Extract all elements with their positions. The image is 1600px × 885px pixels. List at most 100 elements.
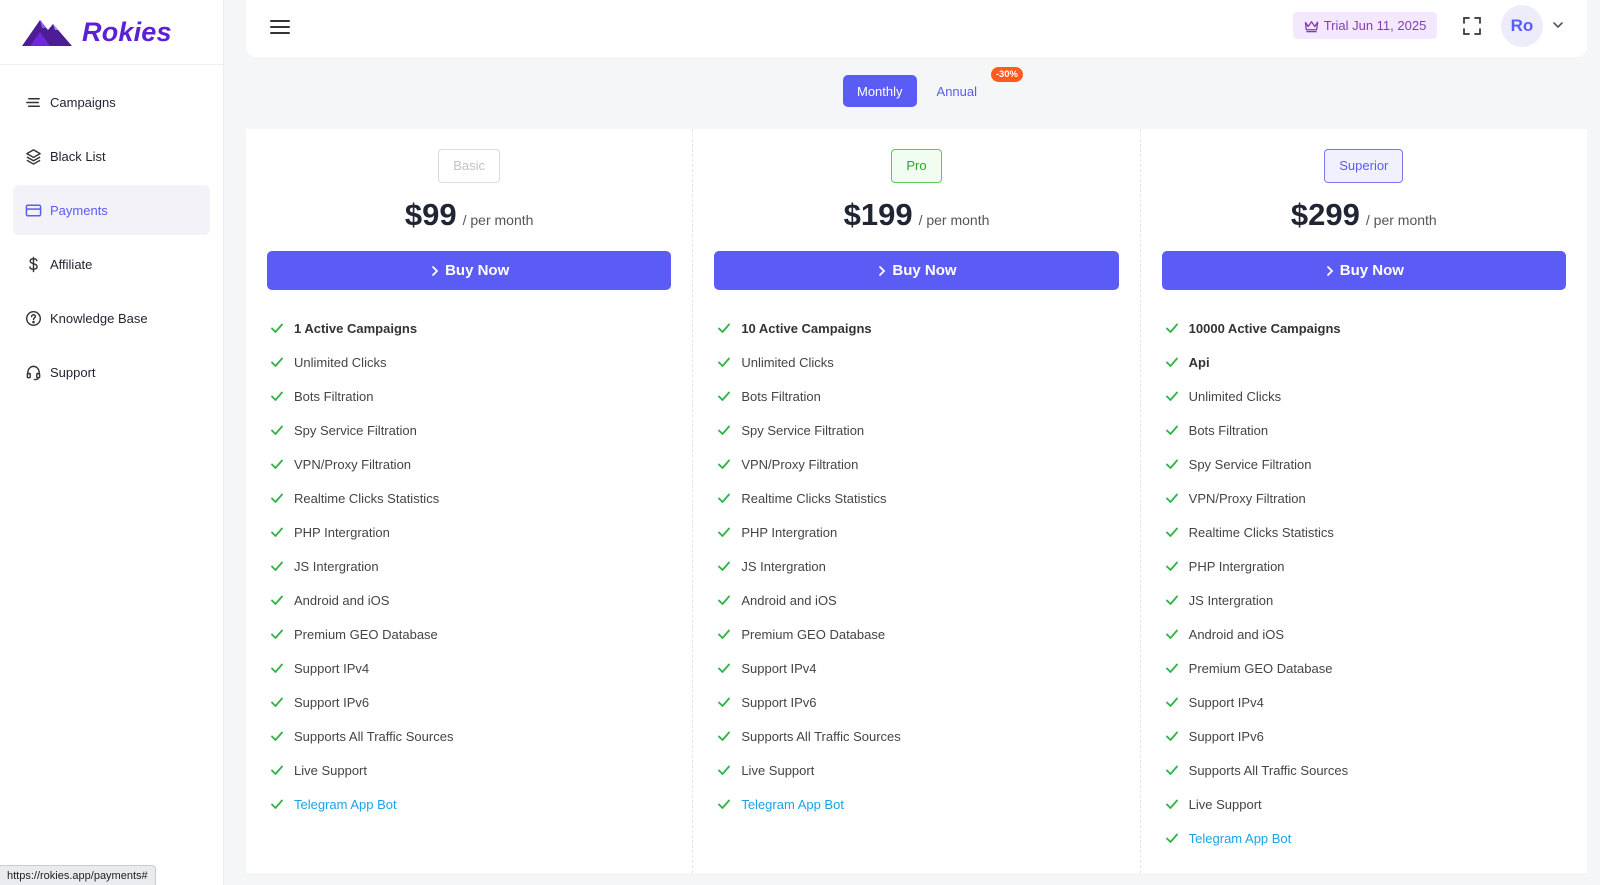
avatar[interactable]: Ro bbox=[1501, 5, 1543, 47]
check-icon bbox=[718, 595, 731, 605]
feature-item: Support IPv4 bbox=[1162, 685, 1566, 719]
feature-text: VPN/Proxy Filtration bbox=[1188, 490, 1306, 506]
topbar: Trial Jun 11, 2025 Ro bbox=[246, 0, 1587, 57]
status-bar-url: https://rokies.app/payments# bbox=[0, 865, 156, 885]
feature-item[interactable]: Telegram App Bot bbox=[1162, 821, 1566, 855]
feature-text: JS Intergration bbox=[294, 558, 379, 574]
layers-icon bbox=[24, 147, 42, 165]
feature-text: Bots Filtration bbox=[741, 388, 821, 404]
check-icon bbox=[718, 391, 731, 401]
check-icon bbox=[1165, 425, 1178, 435]
feature-item[interactable]: Telegram App Bot bbox=[267, 787, 671, 821]
dollar-icon bbox=[24, 255, 42, 273]
price-row: $199 / per month bbox=[714, 197, 1118, 237]
feature-item: Supports All Traffic Sources bbox=[267, 719, 671, 753]
check-icon bbox=[1165, 731, 1178, 741]
sidebar-item-label: Knowledge Base bbox=[50, 310, 148, 326]
sidebar-item-label: Support bbox=[50, 364, 96, 380]
feature-text: Unlimited Clicks bbox=[741, 354, 834, 370]
chevron-down-icon[interactable] bbox=[1551, 18, 1565, 32]
check-icon bbox=[271, 799, 283, 809]
check-icon bbox=[1165, 595, 1178, 605]
check-icon bbox=[718, 697, 731, 707]
feature-text: Telegram App Bot bbox=[1188, 830, 1292, 846]
check-icon bbox=[271, 527, 283, 537]
plan-period: / per month bbox=[918, 212, 990, 228]
check-icon bbox=[271, 493, 283, 503]
check-icon bbox=[718, 663, 731, 673]
check-icon bbox=[1165, 663, 1178, 673]
feature-text: Support IPv4 bbox=[741, 660, 817, 676]
check-icon bbox=[718, 459, 731, 469]
feature-item: PHP Intergration bbox=[267, 515, 671, 549]
feature-item: Support IPv6 bbox=[1162, 719, 1566, 753]
feature-text: Unlimited Clicks bbox=[1188, 388, 1282, 404]
check-icon bbox=[1165, 629, 1178, 639]
chevron-right-icon bbox=[432, 265, 439, 276]
feature-item: Premium GEO Database bbox=[714, 617, 1118, 651]
feature-text: Support IPv6 bbox=[1188, 728, 1264, 744]
check-icon bbox=[271, 765, 283, 775]
pricing-plans: Basic $99 / per month Buy Now 1 Active Ca… bbox=[246, 129, 1587, 873]
plan-price: $199 bbox=[843, 197, 913, 232]
feature-item: Unlimited Clicks bbox=[1162, 379, 1566, 413]
trial-badge[interactable]: Trial Jun 11, 2025 bbox=[1293, 12, 1437, 39]
buy-now-button[interactable]: Buy Now bbox=[1161, 251, 1566, 290]
check-icon bbox=[718, 425, 731, 435]
plan-period: / per month bbox=[1365, 212, 1437, 228]
brand-logo[interactable]: Rokies bbox=[0, 0, 223, 65]
check-icon bbox=[271, 595, 283, 605]
check-icon bbox=[1165, 697, 1178, 707]
sidebar-item-label: Payments bbox=[50, 202, 108, 218]
feature-text: Realtime Clicks Statistics bbox=[1188, 524, 1334, 540]
sidebar-item-knowledge-base[interactable]: Knowledge Base bbox=[13, 293, 210, 343]
buy-now-button[interactable]: Buy Now bbox=[714, 251, 1119, 290]
feature-text: Spy Service Filtration bbox=[741, 422, 865, 438]
feature-text: Support IPv6 bbox=[294, 694, 370, 710]
feature-text: Realtime Clicks Statistics bbox=[741, 490, 887, 506]
feature-item: Unlimited Clicks bbox=[267, 345, 671, 379]
feature-item: VPN/Proxy Filtration bbox=[267, 447, 671, 481]
feature-item[interactable]: Telegram App Bot bbox=[714, 787, 1118, 821]
feature-text: 10000 Active Campaigns bbox=[1188, 320, 1341, 336]
feature-item: Supports All Traffic Sources bbox=[1162, 753, 1566, 787]
check-icon bbox=[271, 629, 283, 639]
feature-item: Spy Service Filtration bbox=[1162, 447, 1566, 481]
sidebar-item-campaigns[interactable]: Campaigns bbox=[13, 77, 210, 127]
check-icon bbox=[271, 391, 283, 401]
sidebar-item-label: Black List bbox=[50, 148, 106, 164]
feature-item: Android and iOS bbox=[1162, 617, 1566, 651]
plan-name-badge: Basic bbox=[438, 149, 501, 183]
annual-toggle-button[interactable]: Annual -30% bbox=[923, 67, 1024, 107]
fullscreen-icon[interactable] bbox=[1462, 16, 1482, 36]
feature-item: Premium GEO Database bbox=[1162, 651, 1566, 685]
feature-item: Android and iOS bbox=[267, 583, 671, 617]
buy-now-button[interactable]: Buy Now bbox=[267, 251, 672, 290]
feature-text: Support IPv6 bbox=[741, 694, 817, 710]
feature-text: Api bbox=[1188, 354, 1210, 370]
menu-toggle-icon[interactable] bbox=[270, 17, 290, 37]
check-icon bbox=[718, 561, 731, 571]
sidebar-item-label: Affiliate bbox=[50, 256, 93, 272]
feature-item: Android and iOS bbox=[714, 583, 1118, 617]
feature-item: Bots Filtration bbox=[1162, 413, 1566, 447]
buy-now-label: Buy Now bbox=[892, 262, 957, 279]
check-icon bbox=[1165, 459, 1178, 469]
feature-text: PHP Intergration bbox=[294, 524, 390, 540]
monthly-toggle-button[interactable]: Monthly bbox=[843, 75, 917, 107]
feature-item: Bots Filtration bbox=[267, 379, 671, 413]
feature-text: Premium GEO Database bbox=[294, 626, 438, 642]
sidebar-item-label: Campaigns bbox=[50, 94, 116, 110]
sidebar-item-support[interactable]: Support bbox=[13, 347, 210, 397]
feature-text: 1 Active Campaigns bbox=[294, 320, 418, 336]
feature-list: 10000 Active Campaigns Api Unlimited Click… bbox=[1162, 311, 1566, 855]
feature-text: Realtime Clicks Statistics bbox=[294, 490, 440, 506]
feature-item: JS Intergration bbox=[1162, 583, 1566, 617]
sidebar-item-payments[interactable]: Payments bbox=[13, 185, 210, 235]
check-icon bbox=[271, 663, 283, 673]
check-icon bbox=[271, 731, 283, 741]
sidebar-item-black-list[interactable]: Black List bbox=[13, 131, 210, 181]
feature-text: Android and iOS bbox=[741, 592, 837, 608]
sidebar-item-affiliate[interactable]: Affiliate bbox=[13, 239, 210, 289]
feature-text: Spy Service Filtration bbox=[294, 422, 417, 438]
